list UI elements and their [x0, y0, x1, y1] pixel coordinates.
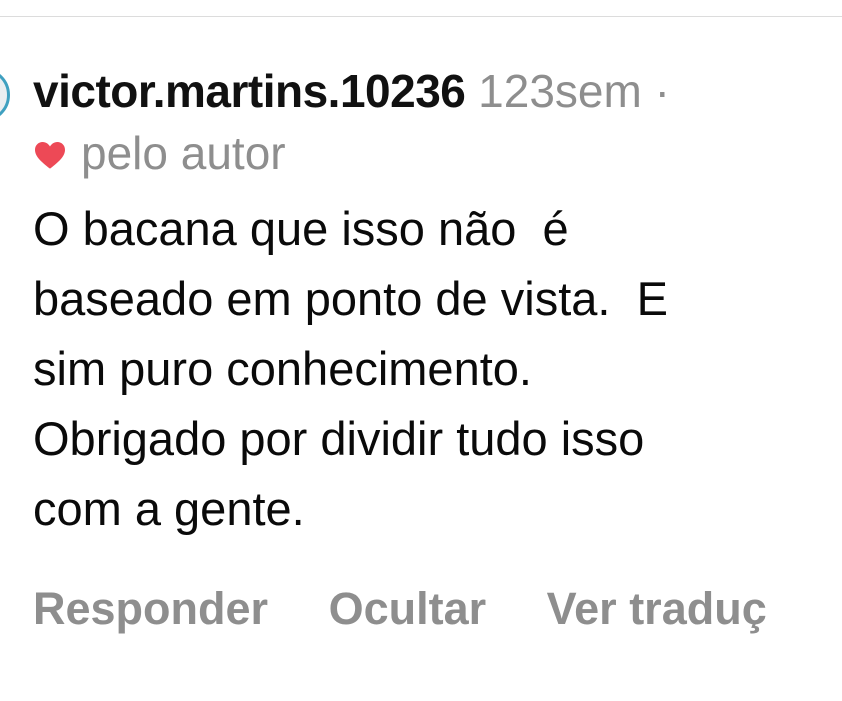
heart-icon: [35, 142, 65, 169]
top-divider: [0, 16, 842, 17]
liked-by-author-label: pelo autor: [81, 127, 286, 179]
comment-screen: victor.martins.10236 123sem · pelo autor…: [0, 0, 842, 701]
comment-text: O bacana que isso não é baseado em ponto…: [33, 202, 668, 535]
avatar[interactable]: [0, 68, 10, 122]
comment-time: 123sem: [478, 65, 642, 117]
username[interactable]: victor.martins.10236: [33, 65, 466, 117]
comment-header: victor.martins.10236 123sem ·: [33, 60, 842, 122]
hide-button[interactable]: Ocultar: [329, 578, 487, 640]
separator-dot: ·: [654, 65, 670, 117]
comment-actions: Responder Ocultar Ver traduç: [33, 578, 815, 640]
comment: victor.martins.10236 123sem · pelo autor…: [33, 60, 842, 544]
see-translation-button[interactable]: Ver traduç: [547, 578, 767, 640]
liked-by-author: pelo autor: [33, 122, 842, 184]
reply-button[interactable]: Responder: [33, 578, 268, 640]
